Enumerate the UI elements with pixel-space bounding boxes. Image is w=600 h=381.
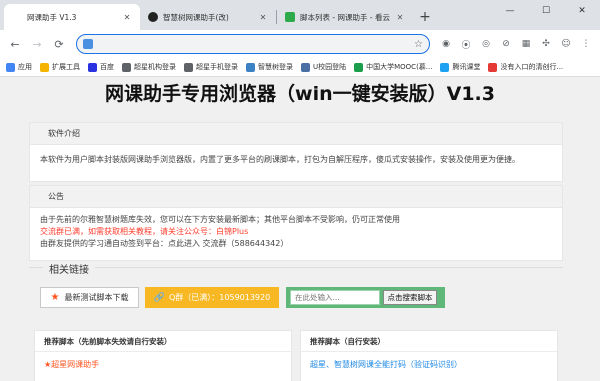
tab-title: 网课助手 V1.3 (27, 12, 77, 22)
recommend-item[interactable]: 超星、智慧树网课全能打码（验证码识别） (301, 352, 557, 377)
notice-panel: 公告 由于先前的尔雅智慧树题库失效，您可以在下方安装最新脚本；其他平台脚本不受影… (29, 185, 563, 261)
extension-icon[interactable]: ⦿ (458, 36, 474, 52)
close-icon[interactable]: ✕ (395, 13, 405, 22)
close-window-button[interactable]: ✕ (564, 0, 600, 22)
browser-toolbar: ← → ⟳ ☆ ◉ ⦿ ◎ ⊘ ▦ ✣ ☺ ⋮ (0, 30, 600, 58)
url-input[interactable] (97, 39, 415, 49)
tab-wangke-zhushou[interactable]: 网课助手 V1.3 ✕ (4, 4, 140, 30)
u-icon (301, 62, 310, 72)
bookmark-icon (488, 62, 498, 72)
maximize-button[interactable]: ☐ (528, 0, 564, 22)
tampermonkey-icon[interactable]: ▦ (518, 36, 534, 52)
page-content: 网课助手专用浏览器（win一键安装版）V1.3 软件介绍 本软件为用户脚本封装版… (0, 77, 600, 381)
bookmark-star-icon[interactable]: ☆ (414, 39, 423, 50)
bookmark-chaoxing-phone[interactable]: 超星手机登录 (184, 62, 238, 72)
intro-heading: 软件介绍 (30, 123, 562, 145)
adblock-icon[interactable]: ⊘ (498, 36, 514, 52)
download-script-button[interactable]: ★ 最新测试脚本下载 (40, 287, 139, 308)
forward-icon[interactable]: → (28, 35, 46, 53)
script-search: 点击搜索脚本 (286, 287, 445, 308)
bookmarks-bar: 应用 扩展工具 百度 超星机构登录 超星手机登录 智慧树登录 U校园登陆 中国大… (0, 58, 600, 77)
notice-link-signin[interactable]: 由群友提供的学习通自动签到平台：点此进入 交流群（588644342） (40, 238, 552, 250)
apps-icon (6, 62, 15, 72)
close-icon[interactable]: ✕ (122, 13, 132, 22)
puzzle-icon[interactable]: ✣ (538, 36, 554, 52)
tab-title: 脚本列表 - 网课助手 - 看云 (300, 12, 390, 22)
favicon-icon (148, 12, 158, 22)
bookmark-tencent-class[interactable]: 腾讯课堂 (440, 62, 480, 72)
bookmark-uxiaoyuan[interactable]: U校园登陆 (301, 62, 346, 72)
reload-icon[interactable]: ⟳ (50, 35, 68, 53)
extension-icon[interactable]: ◉ (438, 36, 454, 52)
zhihuishu-icon (246, 62, 255, 72)
tab-title: 智慧树网课助手(改) (163, 12, 229, 22)
notice-heading: 公告 (30, 186, 562, 208)
tab-strip: 网课助手 V1.3 ✕ 智慧树网课助手(改) ✕ 脚本列表 - 网课助手 - 看… (0, 0, 600, 30)
recommend-panel-left: 推荐脚本（先前脚本失效请自行安装） ★超星网课助手 (34, 330, 292, 381)
site-info-icon[interactable] (83, 39, 93, 49)
globe-icon (184, 62, 193, 72)
intro-text: 本软件为用户脚本封装版网课助手浏览器版，内置了更多平台的刷课脚本，打包为自解压程… (40, 155, 520, 164)
page-icon (12, 12, 22, 22)
window-controls: — ☐ ✕ (492, 0, 600, 22)
tab-zhihuishu[interactable]: 智慧树网课助手(改) ✕ (140, 4, 276, 30)
address-bar[interactable]: ☆ (76, 34, 430, 54)
baidu-icon (88, 62, 97, 72)
sync-icon[interactable]: ◎ (478, 36, 494, 52)
bookmark-baidu[interactable]: 百度 (88, 62, 114, 72)
bookmark-chaoxing-org[interactable]: 超星机构登录 (122, 62, 176, 72)
bookmark-mooc[interactable]: 中国大学MOOC(慕... (354, 62, 432, 72)
recommend-item[interactable]: ★超星网课助手 (35, 352, 291, 377)
search-script-button[interactable]: 点击搜索脚本 (383, 290, 437, 305)
recommend-heading: 推荐脚本（自行安装） (301, 331, 557, 352)
bookmark-extensions[interactable]: 扩展工具 (40, 62, 80, 72)
bookmark-apps[interactable]: 应用 (6, 62, 32, 72)
links-section: 相关链接 (29, 261, 563, 283)
bookmark-zhihuishu[interactable]: 智慧树登录 (246, 62, 293, 72)
notice-line: 由于先前的尔雅智慧树题库失效，您可以在下方安装最新脚本；其他平台脚本不受影响，仍… (40, 215, 400, 224)
links-heading: 相关链接 (43, 261, 95, 276)
close-icon[interactable]: ✕ (258, 13, 268, 22)
profile-icon[interactable]: ☺ (558, 36, 574, 52)
recommend-panel-right: 推荐脚本（自行安装） 超星、智慧树网课全能打码（验证码识别） (300, 330, 558, 381)
recommend-heading: 推荐脚本（先前脚本失效请自行安装） (35, 331, 291, 352)
qq-group-button[interactable]: 🔗 Q群（已满）：1059013920 (145, 287, 279, 308)
menu-icon[interactable]: ⋮ (578, 36, 594, 52)
script-search-input[interactable] (290, 290, 380, 305)
mooc-icon (354, 62, 364, 72)
folder-icon (40, 62, 49, 72)
tencent-icon (440, 62, 450, 72)
favicon-icon (285, 12, 295, 22)
bookmark-other[interactable]: 没有入口的清创行... (488, 62, 563, 72)
page-title: 网课助手专用浏览器（win一键安装版）V1.3 (105, 83, 495, 105)
minimize-button[interactable]: — (492, 0, 528, 22)
tab-script-list[interactable]: 脚本列表 - 网课助手 - 看云 ✕ (277, 4, 413, 30)
new-tab-button[interactable]: + (413, 4, 437, 30)
notice-link-wechat[interactable]: 交流群已满，如需获取相关教程，请关注公众号：白锦Plus (40, 226, 552, 238)
globe-icon (122, 62, 131, 72)
back-icon[interactable]: ← (6, 35, 24, 53)
intro-panel: 软件介绍 本软件为用户脚本封装版网课助手浏览器版，内置了更多平台的刷课脚本，打包… (29, 122, 563, 182)
link-icon: 🔗 (153, 292, 165, 303)
star-icon: ★ (50, 292, 60, 303)
